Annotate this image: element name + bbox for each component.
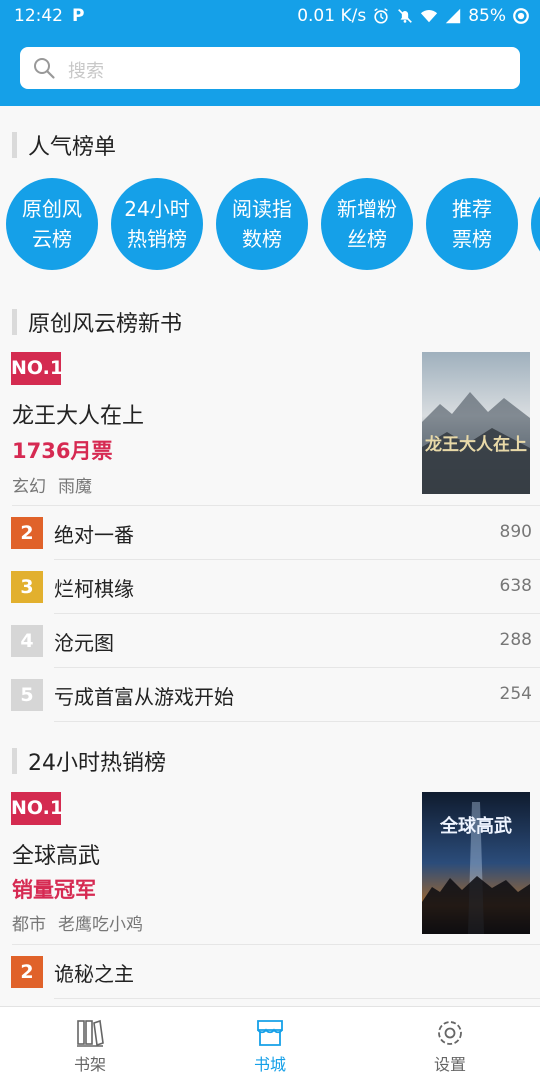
section-title-original-new: 原创风云榜新书 [12,308,183,337]
book-cover: 全球高武 [422,792,530,934]
section-title-text: 人气榜单 [28,135,117,160]
book-title: 烂柯棋缘 [54,577,134,601]
list-item[interactable]: 4 沧元图 288 [0,614,540,668]
list-item[interactable]: 2 绝对一番 890 [0,506,540,560]
nav-label: 设置 [433,1055,466,1074]
ranking-category-list: 原创风云榜 24小时热销榜 阅读指数榜 新增粉丝榜 推荐票榜 [6,178,540,270]
book-metric: 1736月票 [12,439,113,463]
rank-number: 2 [11,956,43,988]
ranking-category-new-fans[interactable]: 新增粉 丝榜 [321,178,413,270]
book-title: 龙王大人在上 [12,404,145,429]
circle-label-line2: 票榜 [452,227,492,251]
settings-icon [438,1021,462,1045]
rank-number: 3 [11,571,43,603]
section-marker [12,132,17,158]
circle-label-line1: 阅读指 [232,197,292,221]
rank-number: 4 [11,625,43,657]
bookshelf-icon [77,1019,104,1047]
ranking-category-reading-index[interactable]: 阅读指 数榜 [216,178,308,270]
nav-label: 书架 [73,1055,106,1074]
ranking-category-24h-hot[interactable]: 24小时热销榜 [111,178,203,270]
book-author: 雨魔 [58,477,92,497]
status-bar: 12:42 P 0.01 K/s 85% [0,0,540,34]
circle-label-line2: 云榜 [32,227,72,251]
wifi-icon [421,10,438,23]
section-marker [12,309,17,335]
book-genre: 玄幻 [12,477,46,497]
rank-badge-no1: NO.1 [11,352,63,385]
ranking-category-more[interactable] [531,178,540,270]
nav-label: 书城 [253,1055,286,1074]
cover-title: 全球高武 [439,815,512,837]
search-input[interactable]: 搜索 [20,47,520,89]
book-title: 诡秘之主 [54,962,134,986]
circle-label-line2: 热销榜 [126,227,187,251]
circle-label-line1: 新增粉 [337,197,397,221]
circle-label-line2: 数榜 [242,227,282,251]
circle-label-line2: 丝榜 [347,227,387,251]
book-author: 老鹰吃小鸡 [58,915,143,935]
bottom-navigation: 书架 书城 设置 [0,1006,540,1080]
nav-settings[interactable]: 设置 [390,1007,510,1080]
ranking-category-original[interactable]: 原创风 云榜 [6,178,98,270]
book-count: 254 [499,684,532,704]
list-item[interactable]: 3 烂柯棋缘 638 [0,560,540,614]
section-marker [12,748,17,774]
book-title: 绝对一番 [54,523,134,547]
book-title: 亏成首富从游戏开始 [54,685,234,709]
circle-label-line1: 原创风 [22,197,82,221]
section-title-24h-hot: 24小时热销榜 [12,747,166,776]
status-time: 12:42 [14,6,63,26]
header-bar: 12:42 P 0.01 K/s 85% 搜索 [0,0,540,106]
book-count: 890 [499,522,532,542]
book-count: 288 [499,630,532,650]
network-speed: 0.01 K/s [297,6,367,26]
ranking-category-recommend-votes[interactable]: 推荐 票榜 [426,178,518,270]
book-meta: 玄幻 雨魔 [12,472,92,497]
rank-badge-no1: NO.1 [11,792,63,825]
divider [54,998,540,999]
app-notification-icon: P [72,6,85,26]
battery-level: 85% [468,6,506,26]
rank-number: 2 [11,517,43,549]
circle-label-line1: 24小时 [124,197,190,221]
book-genre: 都市 [12,915,46,935]
nav-bookstore[interactable]: 书城 [210,1007,330,1080]
section-title-text: 原创风云榜新书 [28,312,183,337]
cover-title: 龙王大人在上 [424,434,527,455]
battery-ring-icon [513,8,529,24]
list-item[interactable]: 2 诡秘之主 [0,945,540,999]
book-title: 全球高武 [12,844,101,869]
book-metric: 销量冠军 [12,878,96,902]
bookstore-icon [257,1020,283,1046]
section-title-popular: 人气榜单 [12,131,117,160]
book-meta: 都市 老鹰吃小鸡 [12,910,143,935]
section-title-text: 24小时热销榜 [28,751,166,776]
signal-icon [446,8,461,24]
circle-label-line1: 推荐 [452,197,492,221]
rank-number: 5 [11,679,43,711]
alarm-icon [374,8,388,24]
search-placeholder: 搜索 [68,61,104,82]
divider [54,721,540,722]
list-item[interactable]: 5 亏成首富从游戏开始 254 [0,668,540,722]
mute-bell-icon [398,9,413,23]
book-cover: 龙王大人在上 [422,352,530,494]
nav-bookshelf[interactable]: 书架 [30,1007,150,1080]
book-title: 沧元图 [54,631,114,655]
book-count: 638 [499,576,532,596]
search-icon [34,58,55,79]
